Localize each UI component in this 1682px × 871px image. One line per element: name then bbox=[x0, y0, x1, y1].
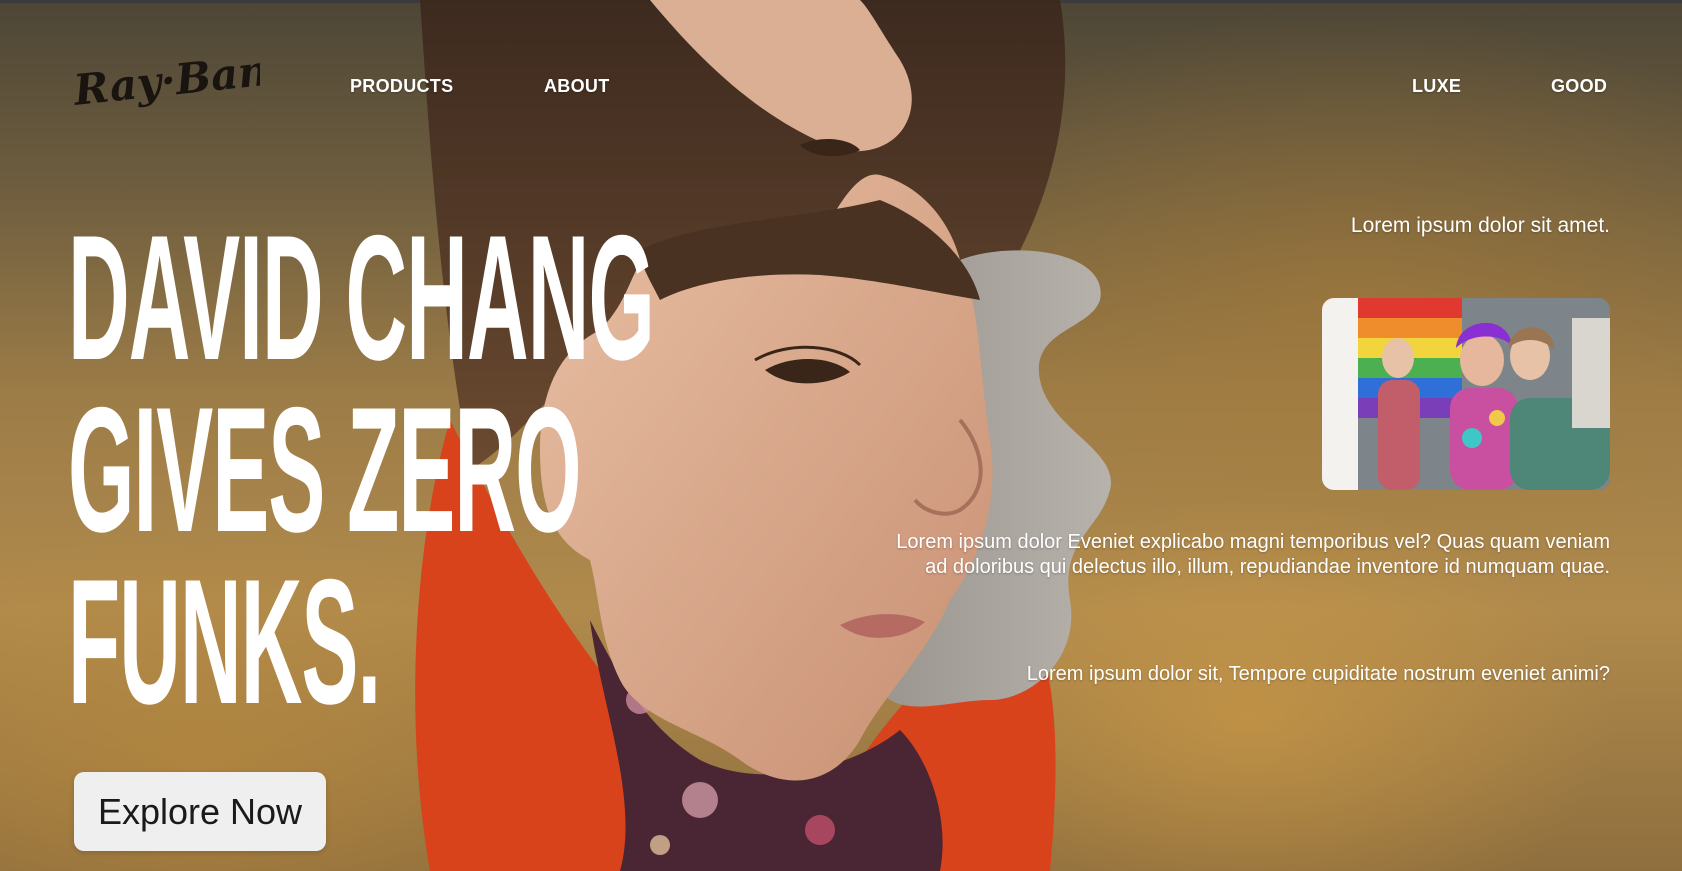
nav-link-luxe[interactable]: LUXE bbox=[1412, 76, 1461, 97]
nav-link-products[interactable]: PRODUCTS bbox=[350, 76, 453, 97]
ray-ban-logo[interactable]: Ray·Ban® bbox=[70, 41, 312, 126]
pride-photo-thumbnail[interactable] bbox=[1322, 298, 1610, 490]
headline-line-3: FUNKS. bbox=[68, 542, 381, 741]
hero-paragraph-1: Lorem ipsum dolor Eveniet explicabo magn… bbox=[896, 531, 1610, 578]
headline-line-2: GIVES ZERO bbox=[68, 370, 582, 569]
hero-tagline: Lorem ipsum dolor sit amet. bbox=[1350, 214, 1610, 237]
hero-paragraph-2: Lorem ipsum dolor sit, Tempore cupiditat… bbox=[1026, 663, 1610, 685]
nav-link-good[interactable]: GOOD bbox=[1551, 76, 1607, 97]
nav-link-about[interactable]: ABOUT bbox=[544, 76, 610, 97]
headline-line-1: DAVID CHANG bbox=[68, 198, 655, 397]
explore-now-button[interactable]: Explore Now bbox=[74, 772, 326, 851]
hero-background: Ray·Ban® PRODUCTS ABOUT LUXE GOOD DAVID … bbox=[0, 0, 1682, 871]
hero-headline: DAVID CHANG GIVES ZERO FUNKS. bbox=[68, 198, 655, 741]
logo-text: Ray·Ban® bbox=[70, 46, 260, 115]
